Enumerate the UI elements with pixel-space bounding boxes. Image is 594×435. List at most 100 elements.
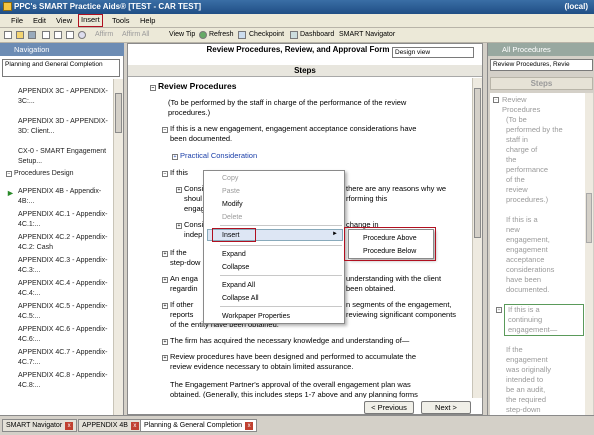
outline-line: new <box>506 225 520 234</box>
checkpoint-button[interactable]: Checkpoint <box>249 31 284 38</box>
section-heading[interactable]: − Review Procedures <box>150 81 236 91</box>
outline-line: of the <box>506 175 525 184</box>
paste-icon[interactable] <box>54 31 62 39</box>
workpaper-tabs: SMART Navigator x APPENDIX 4B x Planning &… <box>0 415 594 435</box>
nav-item-appendix-4c1[interactable]: APPENDIX 4C.1 - Appendix-4C.1:... <box>18 210 110 230</box>
menu-modify[interactable]: Modify <box>222 200 342 209</box>
procedures-outline: Review Procedures (To be performed by the st… <box>490 93 585 415</box>
steps-header: Steps <box>128 65 482 77</box>
menu-copy[interactable]: Copy <box>222 174 342 183</box>
close-icon[interactable]: x <box>245 422 254 430</box>
tab-label: Planning & General Completion <box>144 422 243 429</box>
affirm-button[interactable]: Affirm <box>95 31 113 38</box>
practical-consideration-label: Practical Consideration <box>180 151 258 160</box>
step-1-line-1[interactable]: − If this is a new engagement, engagement… <box>162 124 416 134</box>
step-5-right-1: n segments of the engagement, <box>346 300 452 309</box>
menu-collapse-all[interactable]: Collapse All <box>222 294 342 303</box>
next-button[interactable]: Next > <box>421 401 471 414</box>
step-4-line-1[interactable]: + An enga <box>162 274 198 284</box>
print-icon[interactable] <box>66 31 74 39</box>
nav-item-appendix-4c3[interactable]: APPENDIX 4C.3 - Appendix-4C.3:... <box>18 256 110 276</box>
menu-view[interactable]: View <box>56 16 72 25</box>
nav-group-procedures-design[interactable]: − Procedures Design <box>6 169 98 179</box>
scrollbar-thumb[interactable] <box>586 193 592 243</box>
menu-separator <box>220 275 342 276</box>
menu-workpaper-properties[interactable]: Workpaper Properties <box>222 312 342 321</box>
navigation-header-label: Navigation <box>14 45 50 54</box>
nav-item-appendix-4c4[interactable]: APPENDIX 4C.4 - Appendix-4C.4:... <box>18 279 110 299</box>
scrollbar-thumb[interactable] <box>474 88 481 238</box>
smart-navigator-button[interactable]: SMART Navigator <box>339 31 395 38</box>
menu-collapse[interactable]: Collapse <box>222 263 342 272</box>
menu-expand[interactable]: Expand <box>222 250 342 259</box>
substep-1-right-2: rforming this <box>346 194 388 203</box>
content-scrollbar[interactable] <box>472 78 482 398</box>
step-3-line-1[interactable]: + If the <box>162 248 187 258</box>
menu-edit[interactable]: Edit <box>33 16 46 25</box>
menu-help[interactable]: Help <box>140 16 155 25</box>
window-title: PPC's SMART Practice Aids® [TEST - CAR T… <box>14 2 202 11</box>
dashboard-button[interactable]: Dashboard <box>300 31 334 38</box>
step-6-line[interactable]: + The firm has acquired the necessary kno… <box>162 336 409 346</box>
help-icon[interactable] <box>78 31 86 39</box>
procedure-select[interactable]: Review Procedures, Revie <box>490 59 593 71</box>
step-7-line-1[interactable]: + Review procedures have been designed an… <box>162 352 416 362</box>
substep-2-line-1[interactable]: + Consi <box>176 220 203 230</box>
selected-step-outline[interactable] <box>504 304 584 336</box>
practical-consideration-link[interactable]: + Practical Consideration <box>172 151 257 161</box>
instruction-line-1: (To be performed by the staff in charge … <box>168 98 407 107</box>
open-icon[interactable] <box>16 31 24 39</box>
refresh-button[interactable]: Refresh <box>209 31 234 38</box>
step-5-line-1[interactable]: + If other <box>162 300 193 310</box>
close-icon[interactable]: x <box>65 422 74 430</box>
menu-bar: File Edit View Insert Tools Help <box>0 14 594 28</box>
outline-line: (To be <box>506 115 527 124</box>
outline-scrollbar[interactable] <box>585 93 593 415</box>
nav-item-appendix-4c2[interactable]: APPENDIX 4C.2 - Appendix-4C.2: Cash <box>18 233 110 253</box>
nav-item-appendix-4c6[interactable]: APPENDIX 4C.6 - Appendix-4C.6:... <box>18 325 110 345</box>
nav-item-label: APPENDIX 4B - Appendix-4B:... <box>18 188 102 205</box>
nav-item-appendix-4c5[interactable]: APPENDIX 4C.5 - Appendix-4C.5:... <box>18 302 110 322</box>
menu-separator <box>220 245 342 246</box>
context-menu: Copy Paste Modify Delete Insert ► Expand… <box>203 170 345 324</box>
scrollbar-thumb[interactable] <box>115 93 122 133</box>
menu-file[interactable]: File <box>11 16 23 25</box>
insert-highlight-box <box>212 228 256 242</box>
navigation-scrollbar[interactable] <box>113 79 123 415</box>
tab-smart-navigator[interactable]: SMART Navigator x <box>2 419 78 432</box>
view-mode-select[interactable]: Design view <box>392 47 474 58</box>
outline-line: intended to <box>506 375 544 384</box>
tab-planning-general-completion[interactable]: Planning & General Completion x <box>140 419 258 432</box>
menu-delete[interactable]: Delete <box>222 213 342 222</box>
nav-item-cx-0[interactable]: CX-0 - SMART Engagement Setup... <box>18 147 110 167</box>
outline-expand-icon[interactable]: + <box>496 307 502 313</box>
nav-item-appendix-4c7[interactable]: APPENDIX 4C.7 - Appendix-4C.7:... <box>18 348 110 368</box>
step-2-line[interactable]: − If this <box>162 168 188 178</box>
menu-insert[interactable]: Insert <box>78 14 103 27</box>
outline-line: was originally <box>506 365 552 374</box>
menu-separator <box>220 306 342 307</box>
menu-expand-all[interactable]: Expand All <box>222 281 342 290</box>
affirm-all-button[interactable]: Affirm All <box>122 31 150 38</box>
nav-item-appendix-4c8[interactable]: APPENDIX 4C.8 - Appendix-4C.8:... <box>18 371 110 391</box>
outline-expand-icon[interactable]: − <box>493 97 499 103</box>
previous-button[interactable]: < Previous <box>364 401 414 414</box>
nav-item-appendix-3c[interactable]: APPENDIX 3C - APPENDIX-3C:... <box>18 87 110 107</box>
dashboard-icon <box>290 31 298 39</box>
close-icon[interactable]: x <box>130 422 139 430</box>
save-icon[interactable] <box>28 31 36 39</box>
substep-1-line-3: engag <box>184 204 205 213</box>
nav-item-appendix-4b[interactable]: ► APPENDIX 4B - Appendix-4B:... <box>6 187 110 207</box>
menu-tools[interactable]: Tools <box>112 16 130 25</box>
outline-line: If this is a <box>506 215 538 224</box>
new-icon[interactable] <box>4 31 12 39</box>
substep-1-line-1[interactable]: + Consi <box>176 184 203 194</box>
nav-item-appendix-3d[interactable]: APPENDIX 3D - APPENDIX-3D: Client... <box>18 117 110 137</box>
workpaper-group-select[interactable]: Planning and General Completion <box>2 59 120 77</box>
tab-appendix-4b[interactable]: APPENDIX 4B x <box>78 419 143 432</box>
view-tip-button[interactable]: View Tip <box>169 31 195 38</box>
menu-paste[interactable]: Paste <box>222 187 342 196</box>
copy-icon[interactable] <box>42 31 50 39</box>
outline-line: Review <box>502 95 527 104</box>
outline-line: If the <box>506 345 523 354</box>
